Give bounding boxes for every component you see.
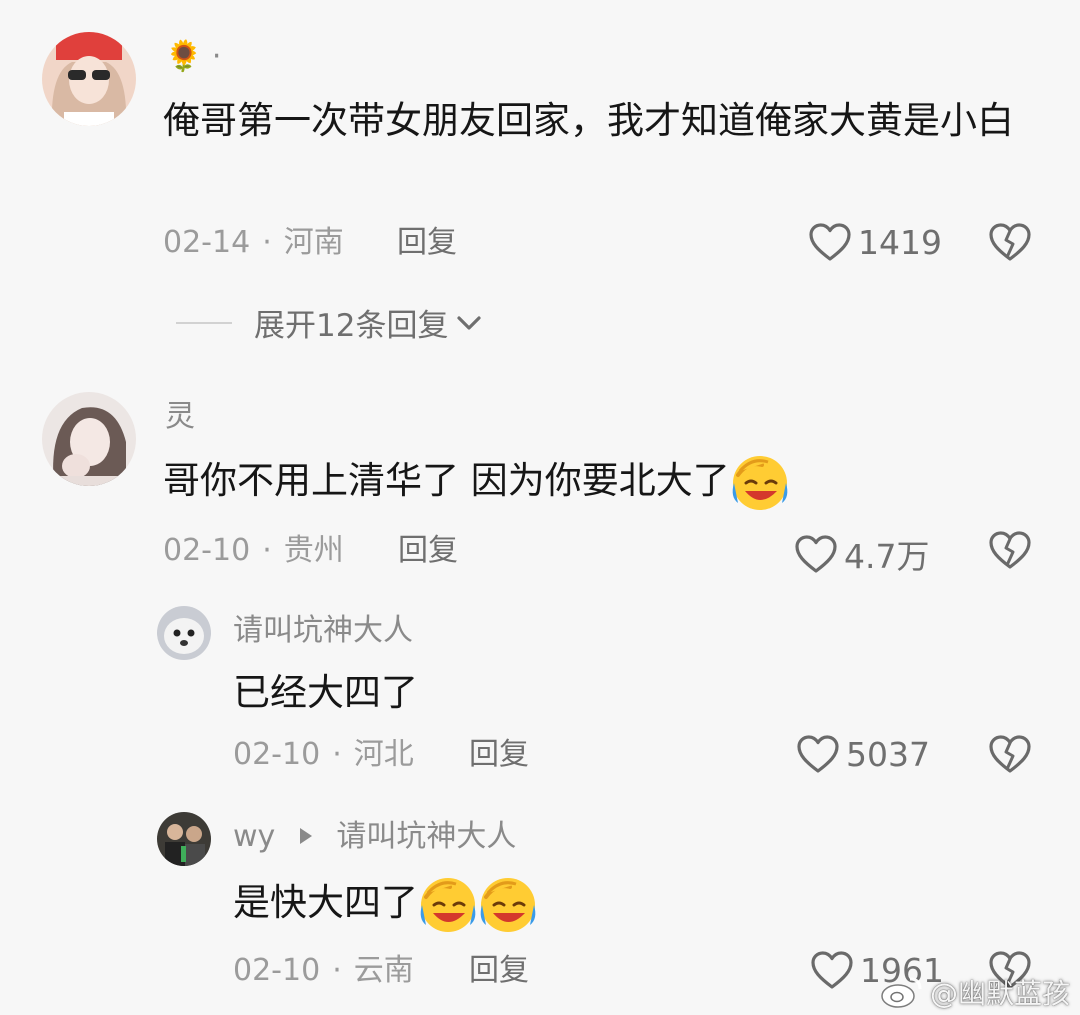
reply-meta: 02-10 · 云南 — [233, 954, 414, 988]
reply-date: 02-10 — [233, 953, 321, 988]
avatar[interactable] — [42, 32, 136, 126]
reply-to-author[interactable]: 请叫坑神大人 — [336, 819, 516, 854]
broken-heart-icon — [988, 734, 1032, 774]
reply-location: 云南 — [353, 953, 414, 988]
reply-author[interactable]: wy — [233, 819, 275, 854]
comment-text-row: 哥你不用上清华了 因为你要北大了 — [163, 448, 1043, 514]
heart-outline-icon — [808, 222, 852, 262]
watermark-text: @幽默蓝孩 — [930, 977, 1071, 1010]
avatar[interactable] — [157, 812, 211, 866]
comment-date: 02-10 — [163, 533, 251, 568]
reply-button[interactable]: 回复 — [469, 954, 529, 988]
dislike-button[interactable] — [988, 222, 1032, 266]
watermark: @幽默蓝孩 — [880, 972, 1070, 1012]
like-count: 1419 — [858, 222, 942, 262]
laughing-crying-emoji — [478, 875, 538, 935]
weibo-logo — [881, 977, 922, 1008]
laughing-crying-emoji — [730, 453, 790, 513]
avatar[interactable] — [157, 606, 211, 660]
reply-meta: 02-10 · 河北 — [233, 738, 414, 772]
heart-outline-icon — [796, 734, 840, 774]
reply-button[interactable]: 回复 — [469, 738, 529, 772]
separator-dot: · — [332, 737, 342, 772]
expand-replies-button[interactable]: 展开12条回复 — [176, 300, 484, 345]
comment-date: 02-14 — [163, 225, 251, 260]
laughing-crying-emoji — [418, 875, 478, 935]
dislike-button[interactable] — [988, 734, 1032, 778]
broken-heart-icon — [988, 530, 1032, 570]
reply-text: 已经大四了 — [233, 671, 418, 714]
reply-author-row: wy 请叫坑神大人 — [233, 820, 516, 854]
triangle-right-icon — [299, 828, 312, 844]
like-button[interactable]: 4.7万 — [794, 530, 929, 578]
broken-heart-icon — [988, 222, 1032, 262]
reply-text-row: 是快大四了 — [233, 870, 538, 936]
like-button[interactable]: 1419 — [808, 222, 942, 262]
avatar[interactable] — [42, 392, 136, 486]
reply-button[interactable]: 回复 — [398, 534, 458, 568]
expand-label: 展开12条回复 — [254, 308, 449, 344]
reply-author[interactable]: 请叫坑神大人 — [233, 614, 413, 648]
like-button[interactable]: 5037 — [796, 734, 930, 774]
separator-dot: · — [332, 953, 342, 988]
reply-date: 02-10 — [233, 737, 321, 772]
comment-location: 贵州 — [283, 533, 344, 568]
comment-author[interactable]: 🌻 · — [165, 40, 221, 74]
dislike-button[interactable] — [988, 530, 1032, 574]
heart-outline-icon — [794, 534, 838, 574]
comment-text: 哥你不用上清华了 因为你要北大了 — [163, 459, 730, 502]
heart-outline-icon — [810, 950, 854, 990]
like-count: 4.7万 — [844, 537, 930, 576]
reply-location: 河北 — [353, 737, 414, 772]
comment-text: 俺哥第一次带女朋友回家，我才知道俺家大黄是小白 — [163, 99, 1014, 142]
comment-meta: 02-14 · 河南 — [163, 226, 344, 260]
reply-text: 是快大四了 — [233, 881, 418, 924]
reply-button[interactable]: 回复 — [397, 226, 457, 260]
chevron-down-icon — [457, 315, 482, 330]
separator-dot: · — [262, 533, 272, 568]
divider-line — [176, 321, 232, 324]
like-count: 5037 — [846, 734, 930, 774]
comment-location: 河南 — [283, 225, 344, 260]
comment-meta: 02-10 · 贵州 — [163, 534, 344, 568]
comment-author[interactable]: 灵 — [165, 400, 195, 434]
separator-dot: · — [262, 225, 272, 260]
